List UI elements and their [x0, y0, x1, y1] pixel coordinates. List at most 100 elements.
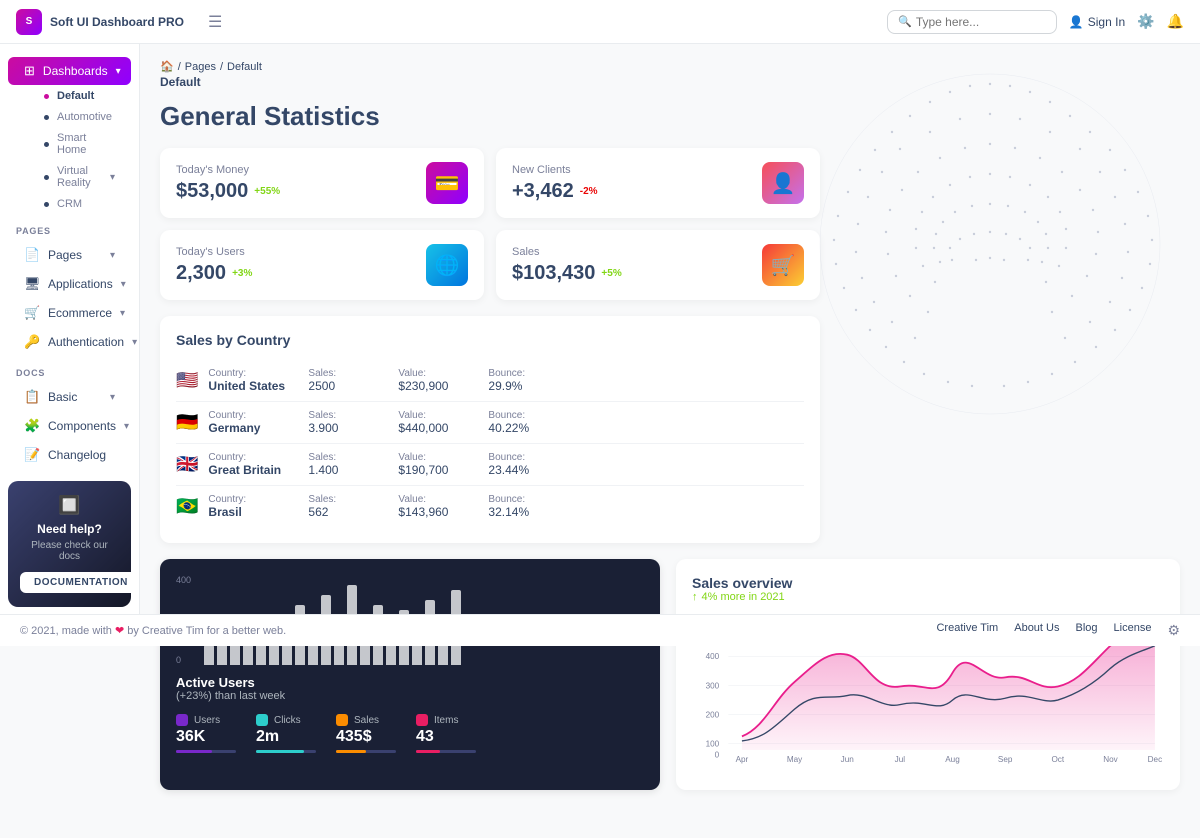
country-info: Country: Great Britain [208, 452, 308, 477]
sidebar-item-pages[interactable]: 📄 Pages ▾ [8, 241, 131, 269]
auth-icon: 🔑 [24, 334, 40, 350]
svg-text:400: 400 [706, 652, 720, 661]
stat-value: +3,462 -2% [512, 180, 598, 203]
heart-icon: ❤ [115, 625, 127, 637]
search-box[interactable]: 🔍 [887, 10, 1057, 34]
notifications-icon[interactable]: 🔔 [1167, 13, 1184, 30]
footer-link-creativetim[interactable]: Creative Tim [936, 622, 998, 639]
stat-badge: +3% [232, 268, 252, 279]
stat-icon: 💳 [426, 162, 468, 204]
country-name: Germany [208, 421, 308, 435]
sidebar-item-components[interactable]: 🧩 Components ▾ [8, 412, 131, 440]
stat-info: Today's Users 2,300 +3% [176, 246, 252, 285]
metrics-row: Users 36K Clicks 2m Sales 435$ Items 43 [176, 714, 644, 753]
metric-color-dot [336, 714, 348, 726]
sidebar-item-crm[interactable]: CRM [8, 194, 131, 214]
brand-name: Soft UI Dashboard PRO [50, 15, 184, 29]
svg-text:0: 0 [715, 750, 720, 759]
sidebar-item-virtualreality[interactable]: Virtual Reality ▾ [8, 161, 131, 193]
metric-bar-fill [336, 750, 366, 753]
metric-label: Clicks [274, 715, 301, 726]
logo[interactable]: S [16, 9, 42, 35]
sidebar-item-default[interactable]: Default [8, 86, 131, 106]
value-stat: Value: $190,700 [398, 452, 488, 477]
svg-text:Jul: Jul [895, 755, 906, 764]
svg-text:300: 300 [706, 681, 720, 690]
sidebar-item-changelog[interactable]: 📝 Changelog [8, 441, 131, 469]
metric-icon-row: Users [176, 714, 236, 726]
metric-bar [336, 750, 396, 753]
svg-text:Dec: Dec [1148, 755, 1163, 764]
stat-card: Today's Users 2,300 +3% 🌐 [160, 230, 484, 300]
footer-link-blog[interactable]: Blog [1075, 622, 1097, 639]
country-name: Brasil [208, 505, 308, 519]
sales-by-country-card: Sales by Country 🇺🇸 Country: United Stat… [160, 316, 820, 543]
metric-item: Clicks 2m [256, 714, 316, 753]
sales-stat: Sales: 1.400 [308, 452, 398, 477]
sidebar-item-basic[interactable]: 📋 Basic ▾ [8, 383, 131, 411]
metric-label: Users [194, 715, 220, 726]
hamburger-icon[interactable]: ☰ [208, 12, 222, 32]
sidebar-docs-title: DOCS [0, 360, 139, 382]
user-icon: 👤 [1069, 15, 1084, 29]
svg-text:Nov: Nov [1103, 755, 1118, 764]
metric-label: Sales [354, 715, 379, 726]
help-title: Need help? [20, 522, 119, 536]
svg-text:Aug: Aug [945, 755, 960, 764]
sidebar-pages-title: PAGES [0, 218, 139, 240]
sidebar-item-applications[interactable]: 🖥 Applications ▾ [8, 270, 131, 298]
stat-label: New Clients [512, 164, 598, 176]
country-row: 🇺🇸 Country: United States Sales: 2500 Va… [176, 360, 804, 402]
topnav: S Soft UI Dashboard PRO ☰ 🔍 👤 Sign In ⚙️… [0, 0, 1200, 44]
signin-button[interactable]: 👤 Sign In [1069, 15, 1125, 29]
search-input[interactable] [916, 15, 1046, 29]
value-stat: Value: $440,000 [398, 410, 488, 435]
sidebar-item-smarthome[interactable]: Smart Home [8, 128, 131, 160]
footer-link-license[interactable]: License [1114, 622, 1152, 639]
metric-item: Sales 435$ [336, 714, 396, 753]
metric-icon-row: Sales [336, 714, 396, 726]
sidebar-item-dashboards[interactable]: ⊞ Dashboards ▾ [8, 57, 131, 85]
country-name: United States [208, 379, 308, 393]
svg-text:Jun: Jun [841, 755, 854, 764]
metric-bar [416, 750, 476, 753]
chevron-down-icon: ▾ [116, 66, 121, 77]
chevron-right-icon: ▾ [110, 250, 115, 261]
help-icon: 🔲 [20, 495, 119, 516]
sidebar-item-authentication[interactable]: 🔑 Authentication ▾ [8, 328, 131, 356]
help-text: Please check our docs [20, 540, 119, 562]
changelog-icon: 📝 [24, 447, 40, 463]
settings-footer-icon[interactable]: ⚙ [1167, 622, 1180, 639]
footer-link-aboutus[interactable]: About Us [1014, 622, 1059, 639]
stat-info: New Clients +3,462 -2% [512, 164, 598, 203]
metric-icon-row: Clicks [256, 714, 316, 726]
bounce-stat: Bounce: 32.14% [488, 494, 578, 519]
home-icon: 🏠 [160, 60, 174, 73]
flag-icon: 🇬🇧 [176, 454, 198, 475]
metric-color-dot [416, 714, 428, 726]
metric-value: 435$ [336, 728, 396, 746]
dot [44, 115, 49, 120]
flag-icon: 🇧🇷 [176, 496, 198, 517]
arrow-up-icon: ↑ [692, 591, 698, 603]
country-info: Country: Germany [208, 410, 308, 435]
sidebar-section-pages: PAGES 📄 Pages ▾ 🖥 Applications ▾ 🛒 Ecomm… [0, 218, 139, 356]
value-stat: Value: $230,900 [398, 368, 488, 393]
breadcrumb: 🏠 / Pages / Default [160, 60, 1180, 73]
documentation-button[interactable]: DOCUMENTATION [20, 572, 140, 593]
country-info: Country: Brasil [208, 494, 308, 519]
dot [44, 175, 49, 180]
active-users-card: 400 200 0 Active Users (+23%) than last … [160, 559, 660, 790]
sidebar-section-dashboards: ⊞ Dashboards ▾ Default Automotive Smart … [0, 57, 139, 214]
metric-icon-row: Items [416, 714, 476, 726]
sidebar-item-ecommerce[interactable]: 🛒 Ecommerce ▾ [8, 299, 131, 327]
country-row: 🇩🇪 Country: Germany Sales: 3.900 Value: … [176, 402, 804, 444]
metric-bar-fill [416, 750, 440, 753]
svg-text:Apr: Apr [736, 755, 749, 764]
sidebar-item-automotive[interactable]: Automotive [8, 107, 131, 127]
metric-value: 43 [416, 728, 476, 746]
settings-icon[interactable]: ⚙️ [1137, 13, 1154, 30]
sidebar-dashboards-label: Dashboards [43, 64, 108, 78]
metric-bar [176, 750, 236, 753]
metric-item: Items 43 [416, 714, 476, 753]
